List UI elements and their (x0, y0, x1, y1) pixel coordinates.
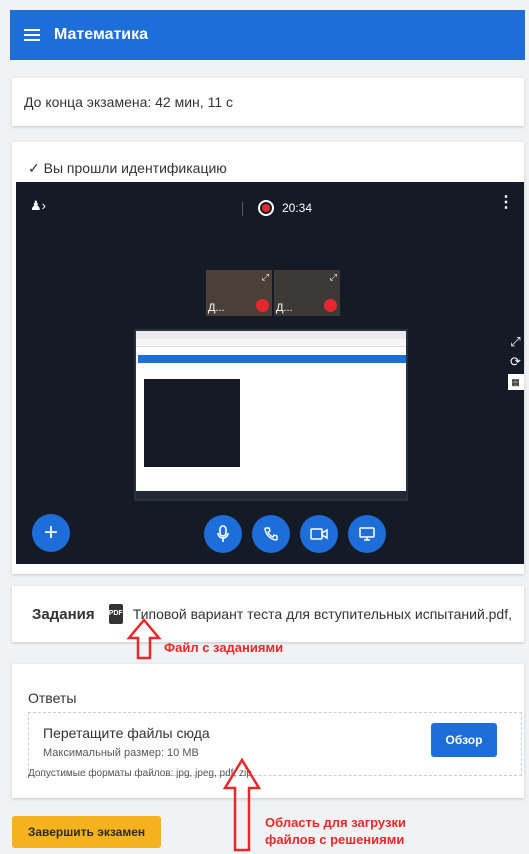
annotation-arrow-up-icon (222, 758, 262, 852)
identification-card: ✓ Вы прошли идентификацию ♟› 20:34 ⋮ ⤢ Д… (12, 142, 524, 574)
qr-code-icon[interactable]: ▦ (507, 374, 524, 390)
microphone-button[interactable] (204, 515, 242, 553)
answers-title: Ответы (28, 690, 77, 706)
allowed-formats: Допустимые форматы файлов: jpg, jpeg, pd… (28, 768, 252, 779)
mic-off-icon (256, 299, 269, 312)
divider (242, 202, 243, 216)
recording-time: 20:34 (282, 201, 313, 215)
participant-tile[interactable]: ⤢ Д... (274, 270, 340, 316)
call-button[interactable] (252, 515, 290, 553)
finish-exam-button[interactable]: Завершить экзамен (12, 816, 161, 848)
mic-off-icon (324, 299, 337, 312)
camera-icon (310, 528, 328, 540)
shared-screen (134, 329, 408, 501)
nested-video (144, 379, 240, 467)
taskbar (136, 491, 406, 499)
max-size-hint: Максимальный размер: 10 MB (43, 747, 199, 759)
top-app-bar: Математика (10, 10, 525, 60)
participant-name: Д... (276, 302, 293, 314)
drop-zone-title: Перетащите файлы сюда (43, 725, 210, 741)
menu-icon[interactable] (24, 29, 40, 41)
expand-icon[interactable]: ⤢ (262, 272, 269, 283)
exam-timer: До конца экзамена: 42 мин, 11 с (12, 78, 524, 126)
phone-icon (264, 527, 278, 541)
screen-share-button[interactable] (348, 515, 386, 553)
annotation-line: Область для загрузки (265, 815, 406, 830)
tasks-label: Задания (32, 605, 95, 623)
tasks-card: Задания PDF Типовой вариант теста для вс… (12, 586, 524, 642)
side-toolbar: ⤢ ⟳ ▦ (507, 334, 524, 390)
annotation-upload-area: Область для загрузки файлов с решениями (265, 814, 406, 848)
participant-tile[interactable]: ⤢ Д... (206, 270, 272, 316)
more-menu-icon[interactable]: ⋮ (498, 195, 514, 211)
page-title: Математика (54, 26, 149, 43)
annotation-tasks-file: Файл с заданиями (164, 640, 284, 655)
file-drop-zone[interactable]: Перетащите файлы сюда Максимальный разме… (28, 712, 522, 776)
annotation-arrow-up-icon (126, 618, 162, 660)
microphone-icon (217, 525, 229, 542)
record-icon (258, 200, 274, 216)
camera-button[interactable] (300, 515, 338, 553)
shared-app-header (138, 355, 406, 363)
pdf-file-icon: PDF (108, 604, 123, 624)
browser-address-bar (136, 339, 406, 347)
participant-name: Д... (208, 302, 225, 314)
tasks-file-link[interactable]: Типовой вариант теста для вступительных … (133, 606, 512, 622)
browse-button[interactable]: Обзор (431, 723, 497, 757)
browser-tabs (136, 331, 406, 339)
fullscreen-icon[interactable]: ⤢ (508, 334, 524, 350)
answers-card: Ответы Перетащите файлы сюда Максимальны… (12, 664, 524, 798)
participants-icon[interactable]: ♟› (30, 198, 46, 214)
proctoring-video: ♟› 20:34 ⋮ ⤢ Д... ⤢ Д... ⤢ ⟳ ▦ + (16, 182, 524, 564)
expand-icon[interactable]: ⤢ (330, 272, 337, 283)
rotate-icon[interactable]: ⟳ (508, 354, 524, 370)
identification-status: ✓ Вы прошли идентификацию (28, 160, 227, 176)
annotation-line: файлов с решениями (265, 832, 405, 847)
monitor-icon (359, 527, 375, 541)
add-button[interactable]: + (32, 514, 70, 552)
